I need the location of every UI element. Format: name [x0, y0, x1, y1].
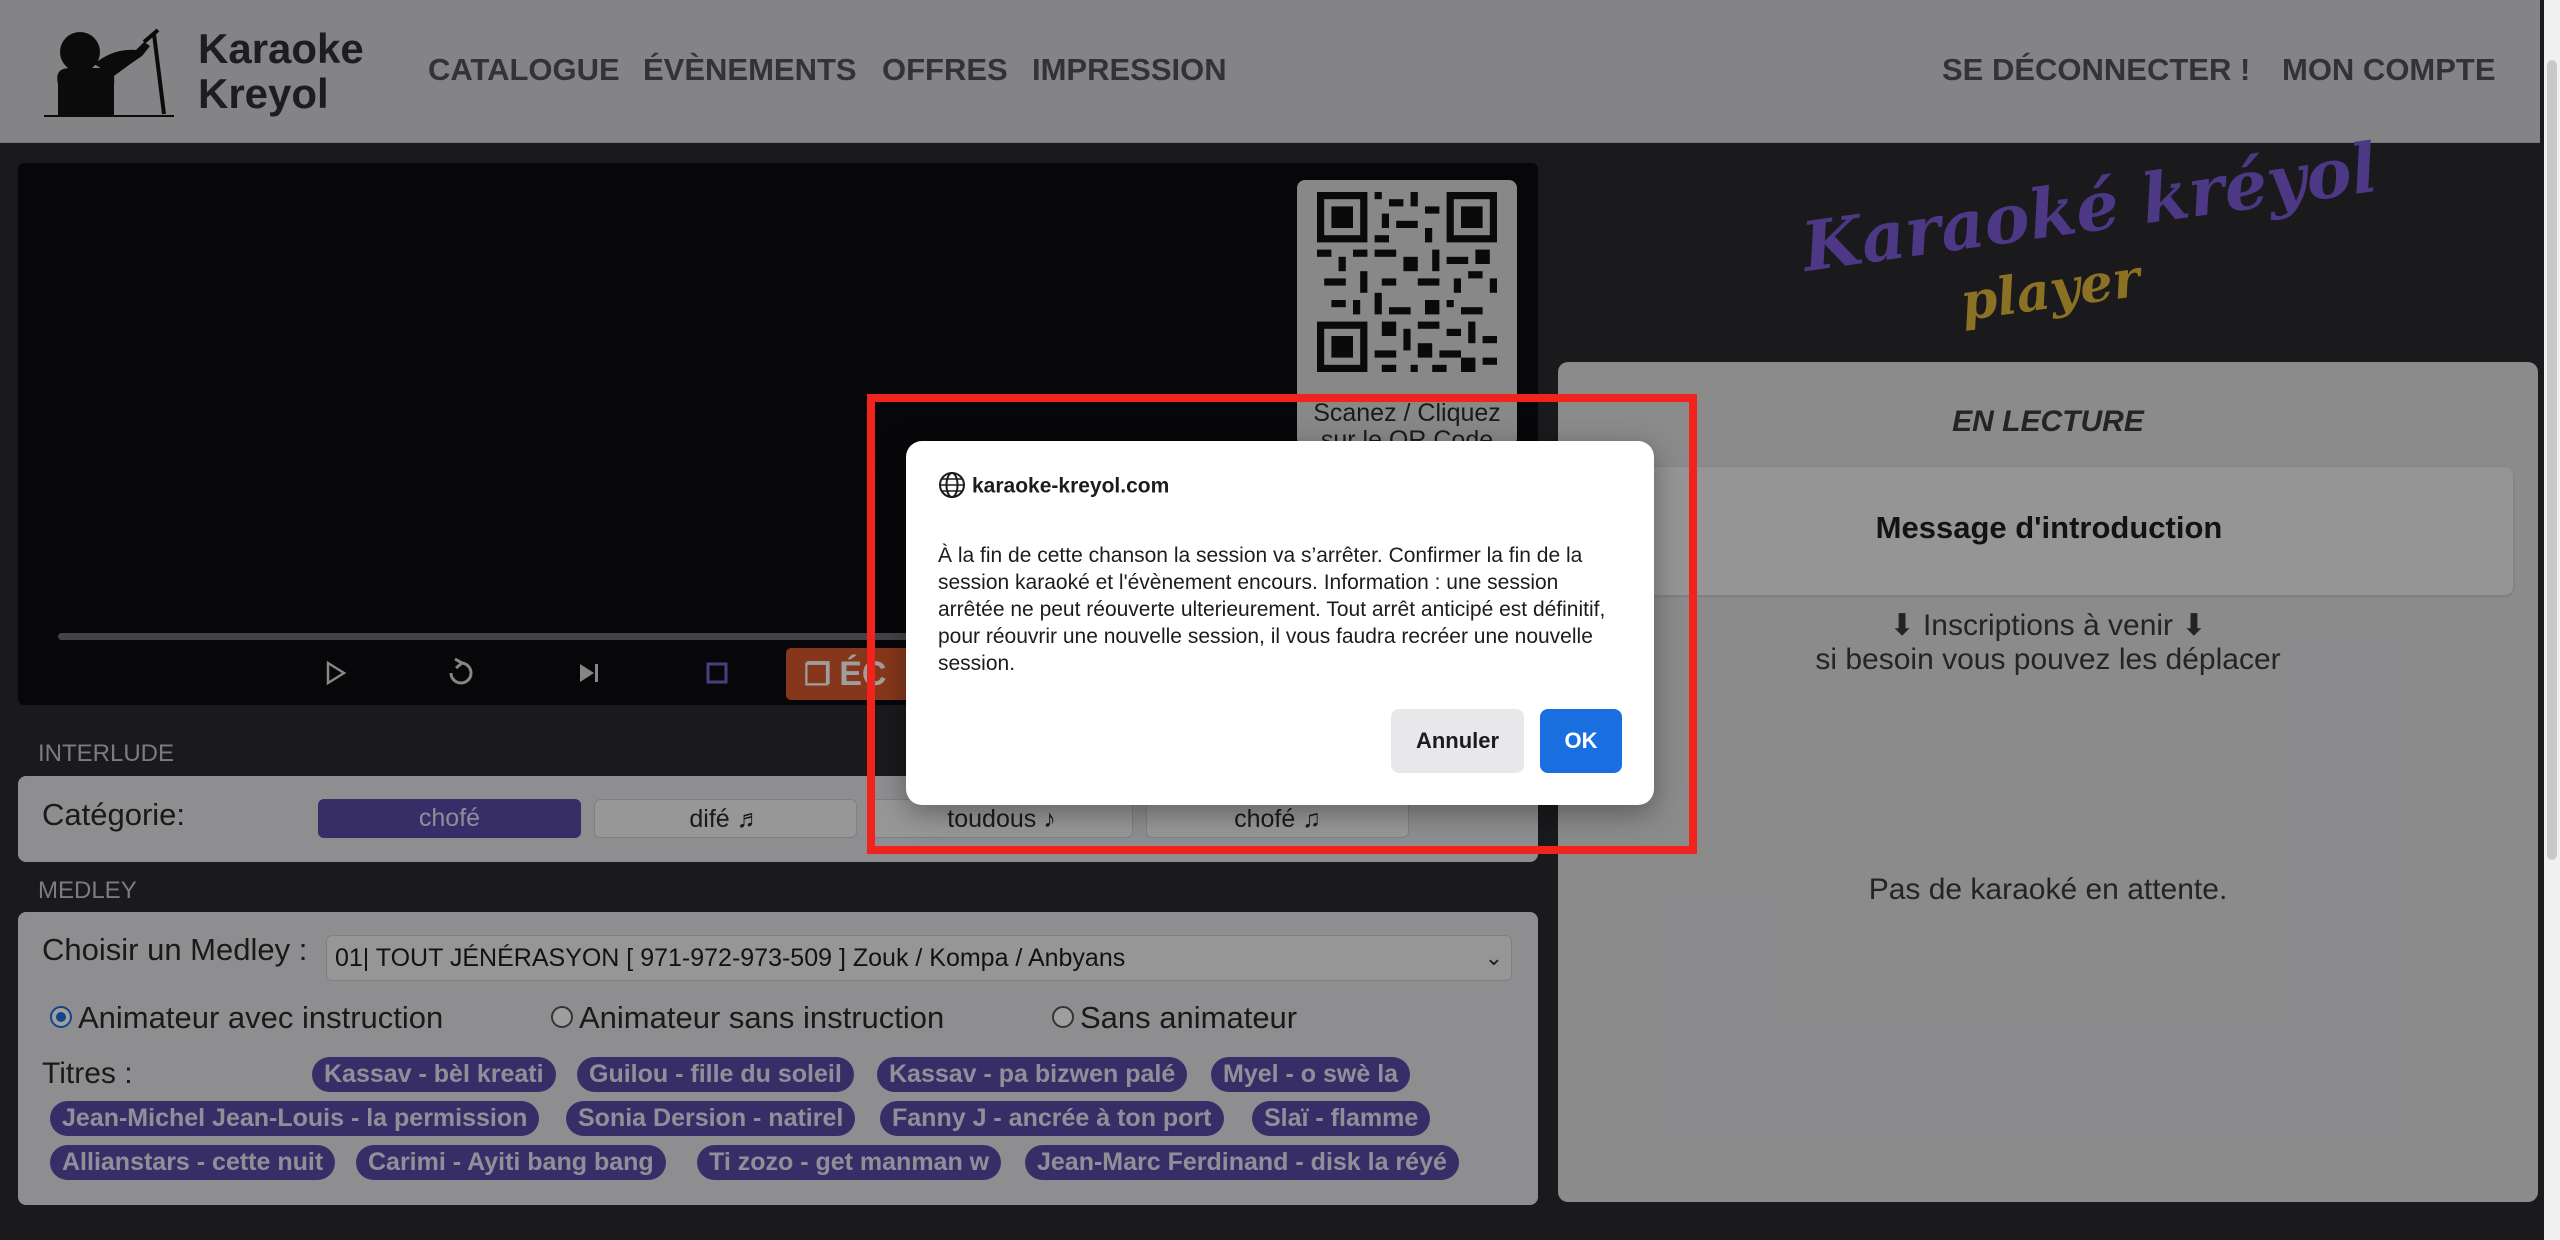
globe-icon [939, 472, 965, 498]
ok-button[interactable]: OK [1540, 709, 1622, 773]
dialog-domain: karaoke-kreyol.com [972, 474, 1170, 498]
dialog-origin: karaoke-kreyol.com [938, 472, 1170, 501]
dialog-message: À la fin de cette chanson la session va … [938, 544, 1606, 675]
cancel-button[interactable]: Annuler [1391, 709, 1524, 773]
scrollbar-thumb[interactable] [2547, 60, 2557, 860]
